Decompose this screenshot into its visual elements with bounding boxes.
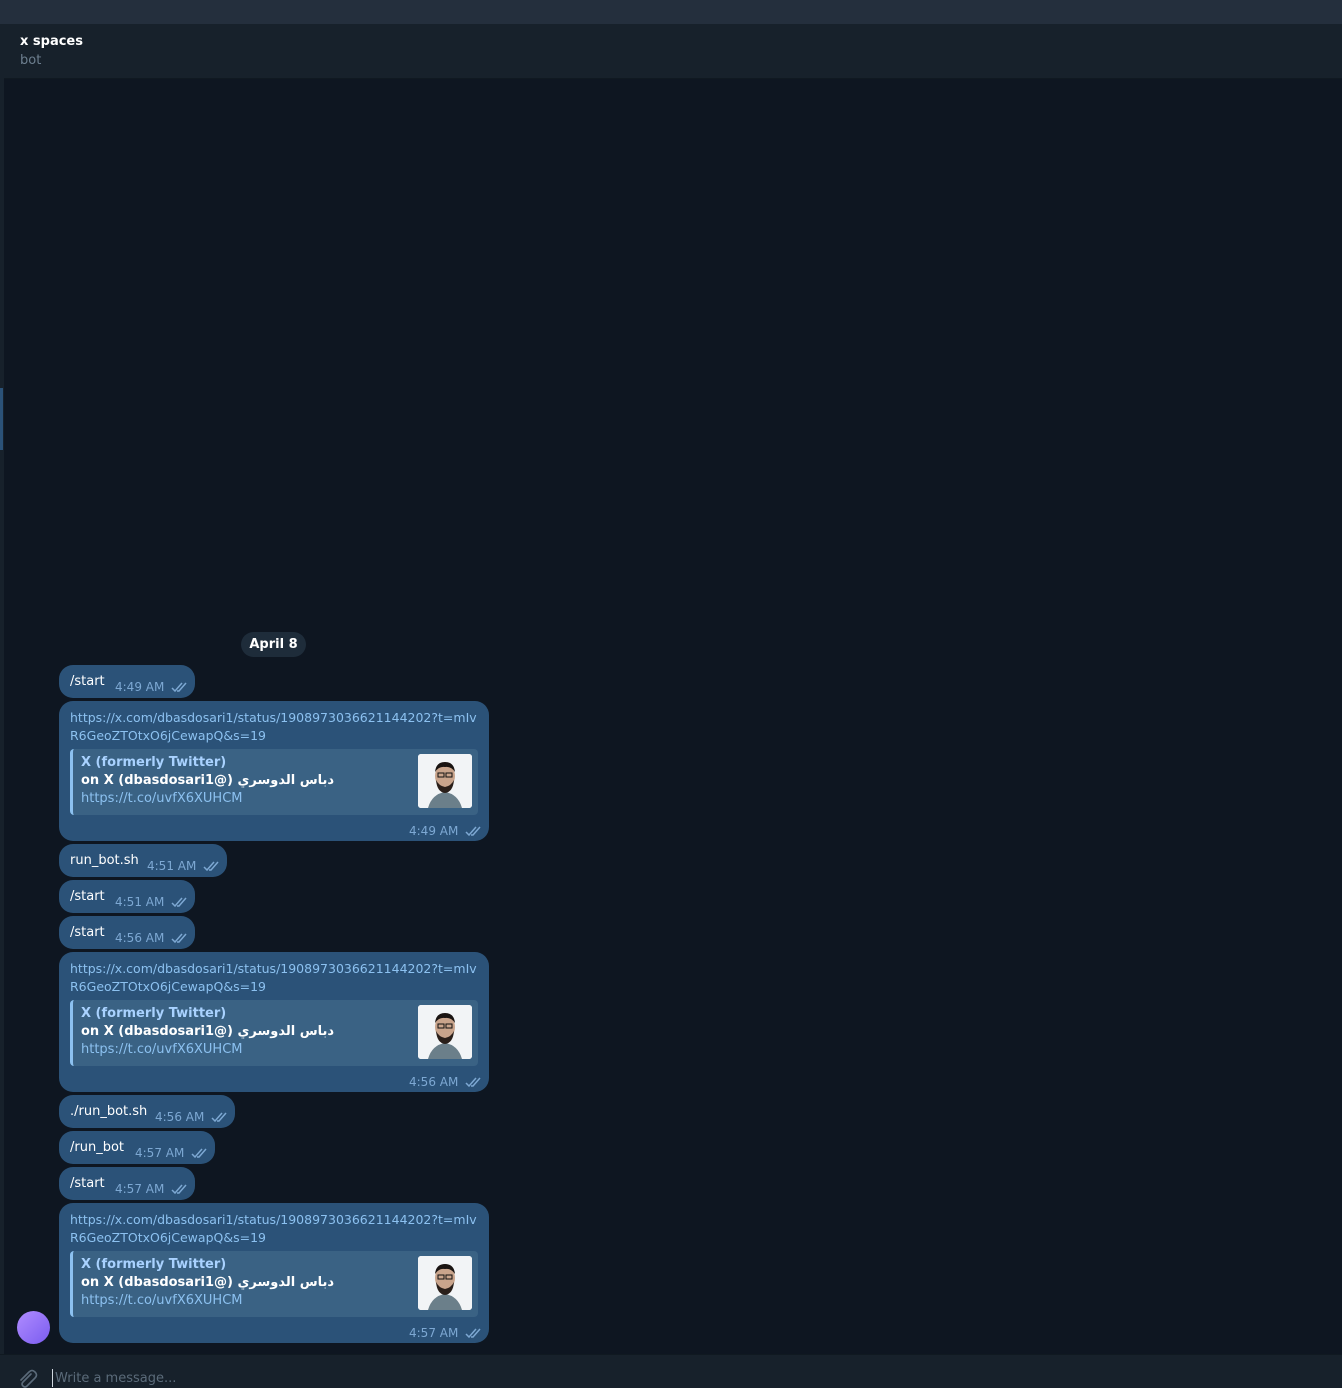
double-check-icon xyxy=(171,933,187,943)
message-bubble[interactable]: ./run_bot.sh 4:56 AM xyxy=(59,1095,235,1128)
left-panel-edge xyxy=(0,24,4,1354)
window-top-bar xyxy=(0,0,1342,24)
message-bubble[interactable]: /run_bot 4:57 AM xyxy=(59,1131,215,1164)
message-text: /start xyxy=(70,1176,105,1191)
preview-title: on X (dbasdosari1@) دباس الدوسري xyxy=(81,1275,335,1290)
preview-title: on X (dbasdosari1@) دباس الدوسري xyxy=(81,773,335,788)
double-check-icon xyxy=(465,1077,481,1087)
message-bubble[interactable]: /start 4:56 AM xyxy=(59,916,195,949)
message-time: 4:51 AM xyxy=(147,859,197,873)
message-bubble[interactable]: /start 4:49 AM xyxy=(59,665,195,698)
link-preview[interactable]: X (formerly Twitter) on X (dbasdosari1@)… xyxy=(70,749,478,815)
preview-link[interactable]: https://t.co/uvfX6XUHCM xyxy=(81,1293,242,1309)
message-text: ./run_bot.sh xyxy=(70,1104,148,1119)
double-check-icon xyxy=(171,897,187,907)
message-bubble[interactable]: /start 4:57 AM xyxy=(59,1167,195,1200)
message-time: 4:57 AM xyxy=(115,1182,165,1196)
chat-subtitle: bot xyxy=(20,53,42,68)
preview-link[interactable]: https://t.co/uvfX6XUHCM xyxy=(81,1042,242,1058)
message-bubble-link[interactable]: https://x.com/dbasdosari1/status/1908973… xyxy=(59,952,489,1092)
double-check-icon xyxy=(171,682,187,692)
message-time: 4:56 AM xyxy=(115,931,165,945)
message-time: 4:57 AM xyxy=(135,1146,185,1160)
double-check-icon xyxy=(465,826,481,836)
double-check-icon xyxy=(171,1184,187,1194)
preview-site-name: X (formerly Twitter) xyxy=(81,1006,227,1021)
message-text: /start xyxy=(70,925,105,940)
message-time: 4:49 AM xyxy=(115,680,165,694)
double-check-icon xyxy=(465,1328,481,1338)
message-bubble-link[interactable]: https://x.com/dbasdosari1/status/1908973… xyxy=(59,701,489,841)
message-text: /start xyxy=(70,889,105,904)
message-text: /start xyxy=(70,674,105,689)
preview-link[interactable]: https://t.co/uvfX6XUHCM xyxy=(81,791,242,807)
link-preview[interactable]: X (formerly Twitter) on X (dbasdosari1@)… xyxy=(70,1000,478,1066)
preview-title: on X (dbasdosari1@) دباس الدوسري xyxy=(81,1024,335,1039)
chat-title: x spaces xyxy=(20,34,83,49)
preview-thumbnail xyxy=(418,754,472,808)
chat-header[interactable]: x spaces bot xyxy=(4,24,1342,79)
left-panel-selection-marker xyxy=(0,388,3,450)
message-bubble[interactable]: /start 4:51 AM xyxy=(59,880,195,913)
preview-site-name: X (formerly Twitter) xyxy=(81,755,227,770)
message-text: /run_bot xyxy=(70,1140,125,1155)
message-url[interactable]: https://x.com/dbasdosari1/status/1908973… xyxy=(70,960,480,996)
preview-site-name: X (formerly Twitter) xyxy=(81,1257,227,1272)
message-bubble-link[interactable]: https://x.com/dbasdosari1/status/1908973… xyxy=(59,1203,489,1343)
profile-photo-icon xyxy=(418,754,472,808)
link-preview[interactable]: X (formerly Twitter) on X (dbasdosari1@)… xyxy=(70,1251,478,1317)
preview-thumbnail xyxy=(418,1005,472,1059)
message-url[interactable]: https://x.com/dbasdosari1/status/1908973… xyxy=(70,1211,480,1247)
profile-photo-icon xyxy=(418,1005,472,1059)
message-input[interactable] xyxy=(52,1369,1322,1387)
double-check-icon xyxy=(211,1112,227,1122)
message-time: 4:51 AM xyxy=(115,895,165,909)
double-check-icon xyxy=(203,861,219,871)
profile-photo-icon xyxy=(418,1256,472,1310)
sender-avatar[interactable] xyxy=(17,1311,50,1344)
message-time: 4:56 AM xyxy=(155,1110,205,1124)
message-time: 4:57 AM xyxy=(409,1326,459,1340)
date-separator: April 8 xyxy=(241,632,306,657)
double-check-icon xyxy=(191,1148,207,1158)
paperclip-icon[interactable] xyxy=(16,1367,38,1388)
preview-thumbnail xyxy=(418,1256,472,1310)
message-bubble[interactable]: run_bot.sh 4:51 AM xyxy=(59,844,227,877)
message-composer xyxy=(0,1354,1342,1388)
message-time: 4:56 AM xyxy=(409,1075,459,1089)
message-url[interactable]: https://x.com/dbasdosari1/status/1908973… xyxy=(70,709,480,745)
message-text: run_bot.sh xyxy=(70,853,139,868)
message-time: 4:49 AM xyxy=(409,824,459,838)
